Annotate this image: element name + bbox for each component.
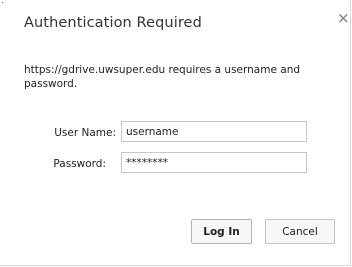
dialog-title: Authentication Required <box>24 15 202 31</box>
username-field[interactable] <box>121 121 307 142</box>
password-label: Password: <box>53 158 106 170</box>
auth-dialog: Authentication Required × https://gdrive… <box>0 0 351 266</box>
username-label: User Name: <box>54 127 116 139</box>
corner-mark <box>2 2 3 3</box>
auth-message: https://gdrive.uwsuper.edu requires a us… <box>24 64 301 90</box>
close-icon[interactable]: × <box>337 11 350 26</box>
cancel-button[interactable]: Cancel <box>265 219 335 244</box>
password-field[interactable] <box>121 152 307 173</box>
login-button[interactable]: Log In <box>191 219 252 244</box>
